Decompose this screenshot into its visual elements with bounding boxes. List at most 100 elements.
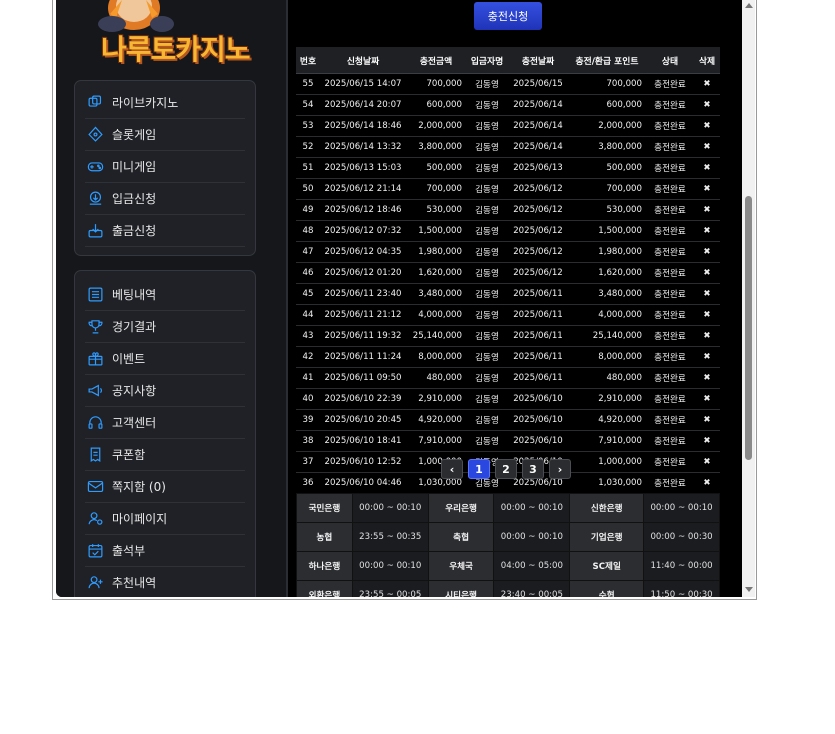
request-date: 2025/06/11 23:40 [320,283,406,305]
sidebar-item-list[interactable]: 베팅내역 [85,279,245,311]
delete-icon[interactable]: ✖ [694,199,720,221]
delete-icon[interactable]: ✖ [694,73,720,95]
prev-page-button[interactable]: ‹ [441,459,463,479]
table-row: 55 2025/06/15 14:07 700,000 김동영 2025/06/15 70… [296,73,720,95]
delete-icon[interactable]: ✖ [694,283,720,305]
table-row: 45 2025/06/11 23:40 3,480,000 김동영 2025/06/11… [296,283,720,305]
row-number: 52 [296,136,320,158]
status: 충전완료 [646,325,694,347]
charge-amount: 600,000 [406,94,466,116]
row-number: 39 [296,409,320,431]
sidebar-item-slot[interactable]: 슬롯게임 [85,119,245,151]
delete-icon[interactable]: ✖ [694,157,720,179]
sidebar-item-headset[interactable]: 고객센터 [85,407,245,439]
sidebar-item-label: 입금신청 [112,192,157,206]
bank-maintenance-time: 00:00 ~ 00:10 [493,493,571,523]
delete-icon[interactable]: ✖ [694,241,720,263]
sidebar-item-trophy[interactable]: 경기결과 [85,311,245,343]
delete-icon[interactable]: ✖ [694,451,720,473]
charge-date: 2025/06/12 [508,262,568,284]
status: 충전완료 [646,304,694,326]
delete-icon[interactable]: ✖ [694,346,720,368]
site-logo[interactable]: 나루토카지노 [76,0,256,70]
sidebar-item-user-plus[interactable]: 추천내역 [85,567,245,597]
delete-icon[interactable]: ✖ [694,136,720,158]
sidebar-item-megaphone[interactable]: 공지사항 [85,375,245,407]
request-date: 2025/06/14 13:32 [320,136,406,158]
points: 25,140,000 [568,325,646,347]
charge-date: 2025/06/10 [508,430,568,452]
gift-icon [85,349,105,369]
delete-icon[interactable]: ✖ [694,409,720,431]
scroll-up-icon[interactable] [745,3,753,8]
scroll-down-icon[interactable] [745,587,753,592]
depositor-name: 김동영 [466,115,508,137]
delete-icon[interactable]: ✖ [694,178,720,200]
depositor-name: 김동영 [466,199,508,221]
depositor-name: 김동영 [466,157,508,179]
page-3-button[interactable]: 3 [522,459,544,479]
charge-date: 2025/06/10 [508,409,568,431]
request-date: 2025/06/13 15:03 [320,157,406,179]
status: 충전완료 [646,157,694,179]
charge-amount: 700,000 [406,178,466,200]
row-number: 45 [296,283,320,305]
delete-icon[interactable]: ✖ [694,325,720,347]
megaphone-icon [85,381,105,401]
delete-icon[interactable]: ✖ [694,367,720,389]
delete-icon[interactable]: ✖ [694,304,720,326]
status: 충전완료 [646,283,694,305]
sidebar-item-gamepad[interactable]: 미니게임 [85,151,245,183]
account-menu: 베팅내역경기결과이벤트 공지사항 고객센터 쿠폰함 쪽지함 (0) 마이페이지출석부추천내… [74,270,256,597]
page-2-button[interactable]: 2 [495,459,517,479]
sidebar-item-gift[interactable]: 이벤트 [85,343,245,375]
list-icon [85,285,105,305]
status: 충전완료 [646,451,694,473]
sidebar-item-withdraw[interactable]: 출금신청 [85,215,245,247]
charge-date: 2025/06/11 [508,283,568,305]
sidebar-item-coupon[interactable]: 쿠폰함 [85,439,245,471]
table-row: 54 2025/06/14 20:07 600,000 김동영 2025/06/14 60… [296,94,720,116]
sidebar: 나루토카지노 라이브카지노 슬롯게임 미니게임입금신청출금신청 베팅내역경기결과이벤… [56,0,286,597]
table-row: 40 2025/06/10 22:39 2,910,000 김동영 2025/06/10… [296,388,720,410]
scrollbar-thumb[interactable] [745,196,752,460]
sidebar-item-calendar-check[interactable]: 출석부 [85,535,245,567]
sidebar-item-mail[interactable]: 쪽지함 (0) [85,471,245,503]
status: 충전완료 [646,367,694,389]
vertical-scrollbar[interactable] [742,0,755,597]
delete-icon[interactable]: ✖ [694,94,720,116]
column-header: 충전날짜 [508,47,568,74]
table-row: 47 2025/06/12 04:35 1,980,000 김동영 2025/06/12… [296,241,720,263]
request-date: 2025/06/15 14:07 [320,73,406,95]
next-page-button[interactable]: › [549,459,571,479]
sidebar-item-label: 출석부 [112,544,146,558]
status: 충전완료 [646,178,694,200]
delete-icon[interactable]: ✖ [694,472,720,494]
sidebar-item-user-gear[interactable]: 마이페이지 [85,503,245,535]
points: 2,910,000 [568,388,646,410]
request-date: 2025/06/10 04:46 [320,472,406,494]
bank-name: 외환은행 [296,580,353,597]
depositor-name: 김동영 [466,94,508,116]
delete-icon[interactable]: ✖ [694,430,720,452]
charge-amount: 480,000 [406,367,466,389]
points: 1,030,000 [568,472,646,494]
request-date: 2025/06/12 21:14 [320,178,406,200]
charge-date: 2025/06/12 [508,241,568,263]
delete-icon[interactable]: ✖ [694,115,720,137]
delete-icon[interactable]: ✖ [694,262,720,284]
depositor-name: 김동영 [466,304,508,326]
delete-icon[interactable]: ✖ [694,388,720,410]
bank-maintenance-time: 23:55 ~ 00:35 [351,522,429,552]
page-1-button[interactable]: 1 [468,459,490,479]
sidebar-item-label: 경기결과 [112,320,157,334]
charge-date: 2025/06/14 [508,115,568,137]
charge-request-button[interactable]: 충전신청 [474,2,542,30]
request-date: 2025/06/11 19:32 [320,325,406,347]
sidebar-item-deposit[interactable]: 입금신청 [85,183,245,215]
delete-icon[interactable]: ✖ [694,220,720,242]
charge-date: 2025/06/11 [508,304,568,326]
bank-name: 국민은행 [296,493,353,523]
gamepad-icon [85,157,105,177]
sidebar-item-live-casino[interactable]: 라이브카지노 [85,87,245,119]
